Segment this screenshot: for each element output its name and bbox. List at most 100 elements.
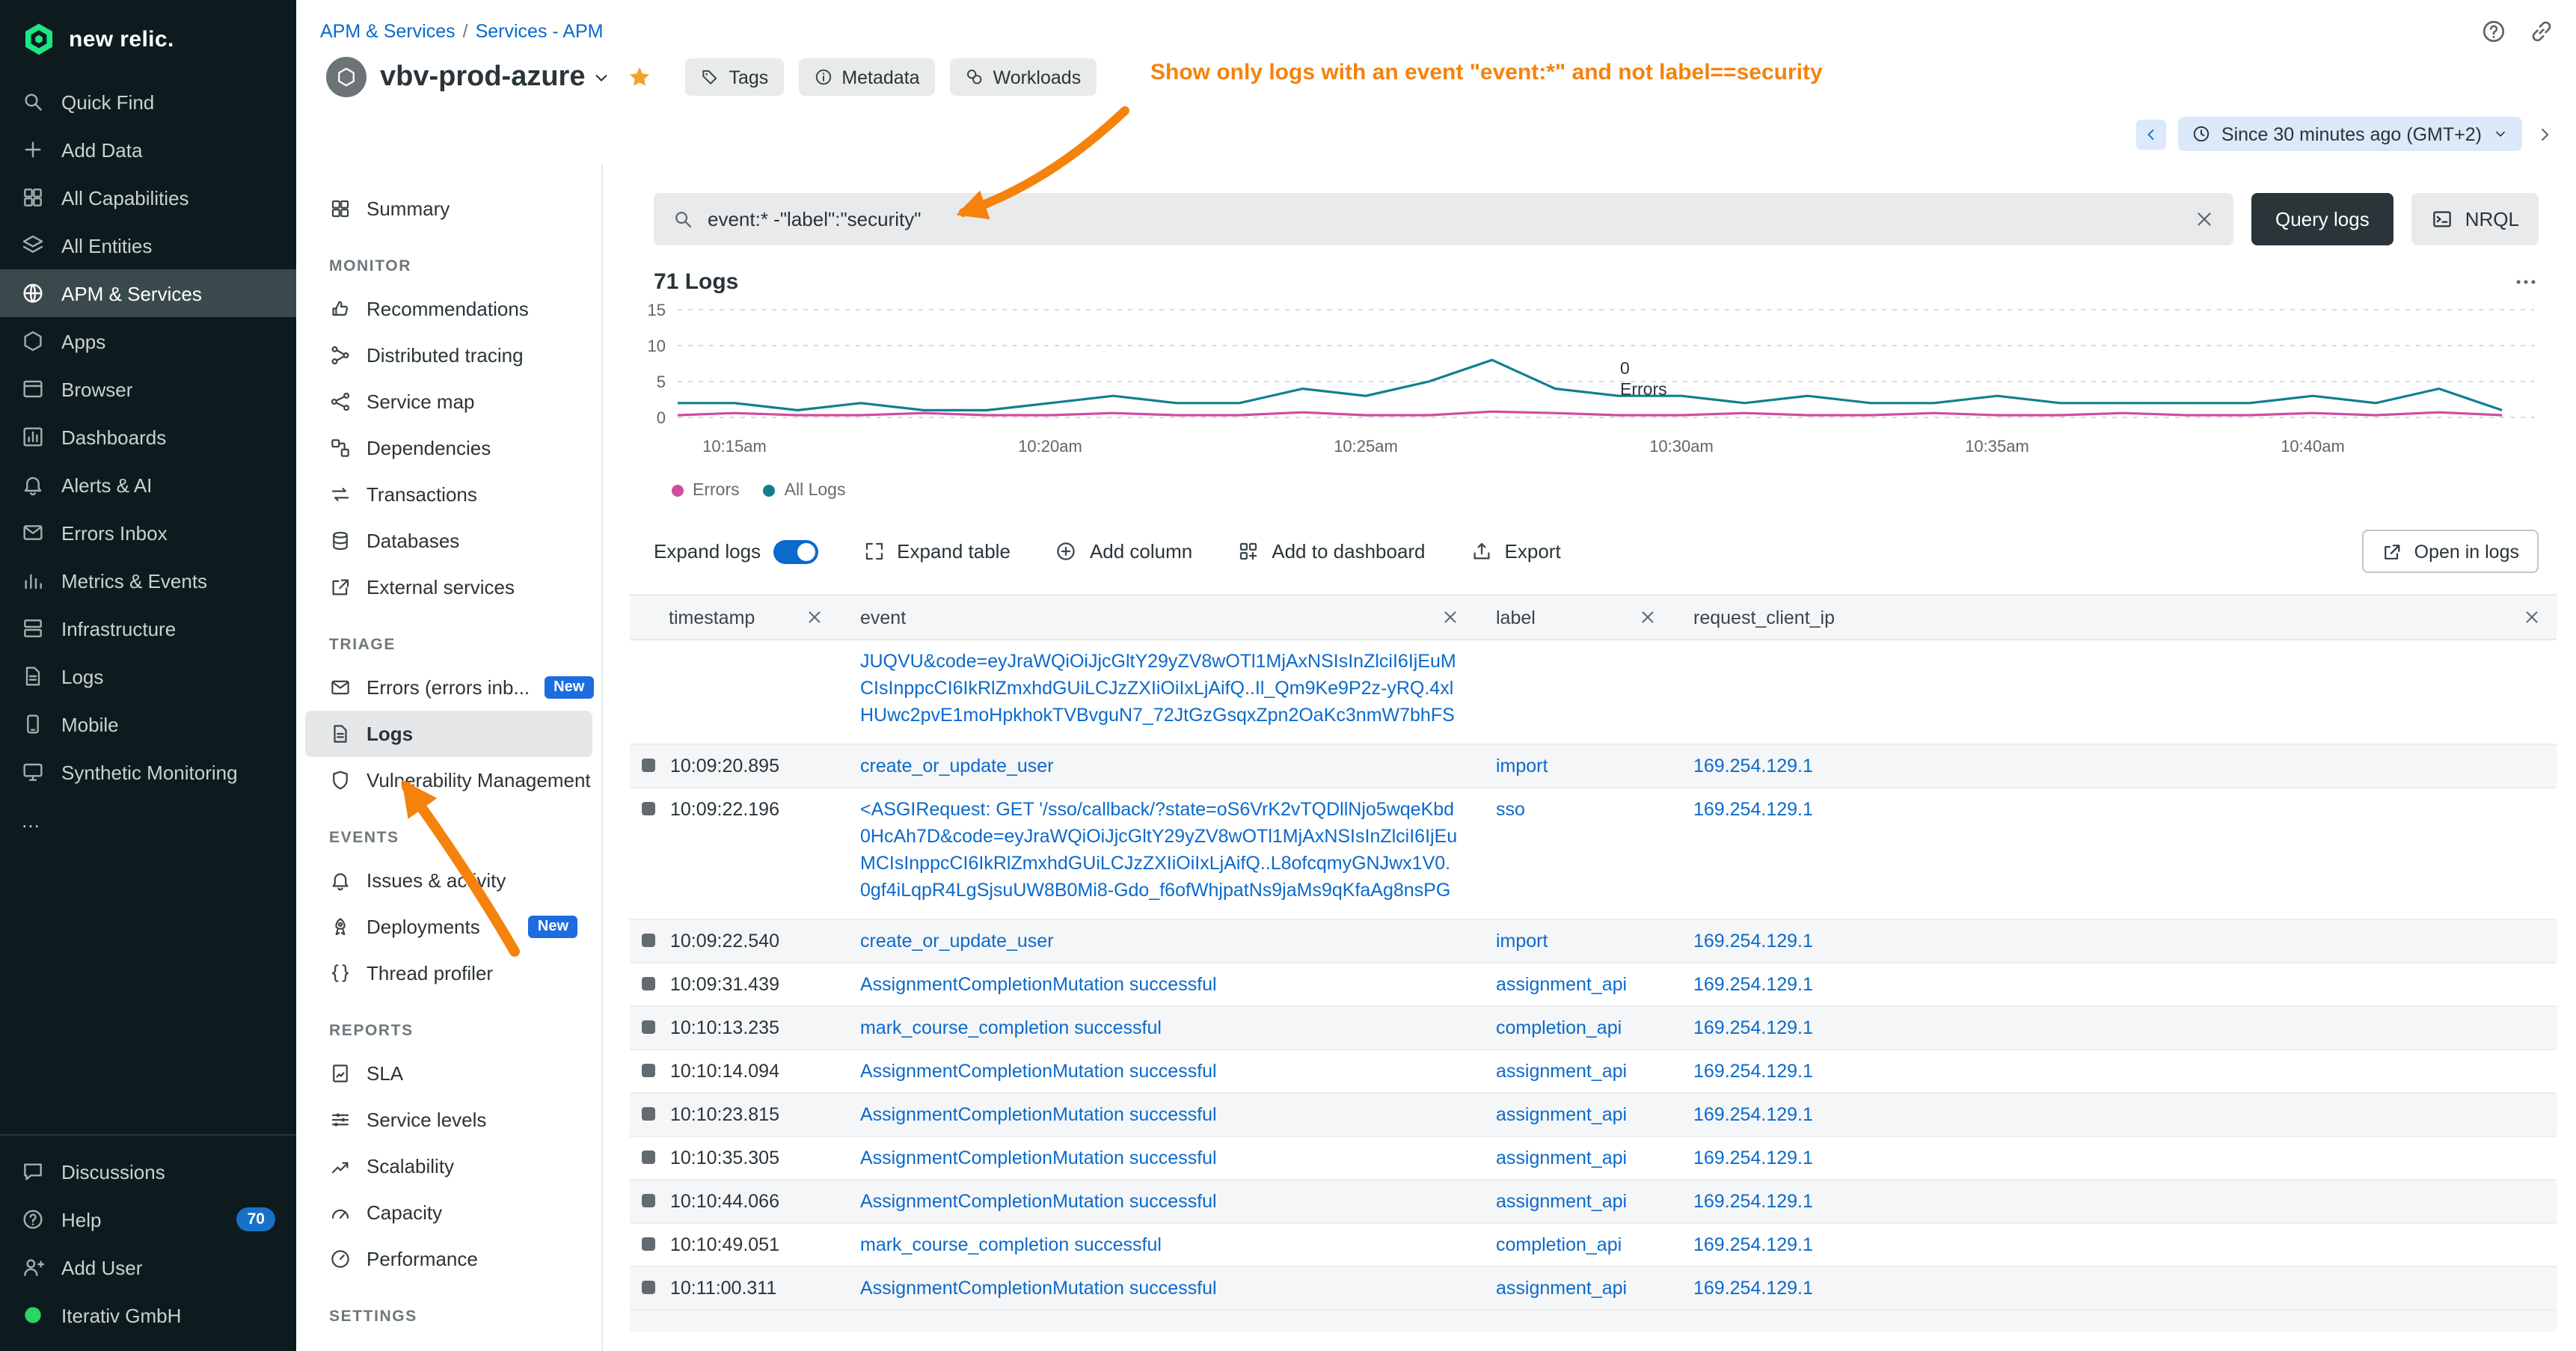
row-select-box[interactable]: [642, 1194, 655, 1207]
subnav-item-capacity[interactable]: Capacity: [305, 1189, 592, 1236]
clear-query-icon[interactable]: [2193, 208, 2215, 230]
label-link[interactable]: sso: [1496, 799, 1525, 820]
remove-column-icon[interactable]: [1638, 607, 1657, 627]
nav-item-apps[interactable]: Apps: [0, 317, 296, 365]
ip-link[interactable]: 169.254.129.1: [1693, 1191, 1813, 1212]
remove-column-icon[interactable]: [2522, 607, 2542, 627]
row-select-box[interactable]: [642, 802, 655, 815]
nav-item-item[interactable]: …: [0, 796, 296, 844]
log-row[interactable]: 10:09:22.540create_or_update_userimport1…: [630, 920, 2557, 964]
nav-footer-item-add-user[interactable]: Add User: [0, 1243, 296, 1291]
subnav-item-thread-profiler[interactable]: Thread profiler: [305, 950, 592, 996]
nav-item-apm-services[interactable]: APM & Services: [0, 269, 296, 317]
row-select-box[interactable]: [642, 1064, 655, 1077]
workloads-button[interactable]: Workloads: [950, 58, 1097, 96]
ip-link[interactable]: 169.254.129.1: [1693, 974, 1813, 995]
toolbar-add-column[interactable]: Add column: [1055, 540, 1192, 563]
ip-link[interactable]: 169.254.129.1: [1693, 756, 1813, 776]
nav-item-metrics-events[interactable]: Metrics & Events: [0, 557, 296, 604]
ip-link[interactable]: 169.254.129.1: [1693, 1278, 1813, 1299]
log-row[interactable]: 10:09:22.196<ASGIRequest: GET '/sso/call…: [630, 788, 2557, 920]
row-select-box[interactable]: [642, 1020, 655, 1034]
row-select-box[interactable]: [642, 1107, 655, 1121]
ip-link[interactable]: 169.254.129.1: [1693, 1148, 1813, 1168]
label-link[interactable]: assignment_api: [1496, 1104, 1627, 1125]
label-link[interactable]: import: [1496, 756, 1548, 776]
subnav-item-transactions[interactable]: Transactions: [305, 471, 592, 518]
label-link[interactable]: assignment_api: [1496, 1148, 1627, 1168]
remove-column-icon[interactable]: [1441, 607, 1460, 627]
log-row[interactable]: 10:09:31.439AssignmentCompletionMutation…: [630, 964, 2557, 1007]
toolbar-add-to-dashboard[interactable]: Add to dashboard: [1237, 540, 1425, 563]
entity-switcher-chevron-icon[interactable]: [592, 67, 613, 88]
nav-item-all-entities[interactable]: All Entities: [0, 221, 296, 269]
subnav-item-service-levels[interactable]: Service levels: [305, 1097, 592, 1143]
label-link[interactable]: import: [1496, 931, 1548, 952]
toolbar-expand-table[interactable]: Expand table: [862, 540, 1011, 563]
nav-item-alerts-ai[interactable]: Alerts & AI: [0, 461, 296, 509]
subnav-item-issues-activity[interactable]: Issues & activity: [305, 857, 592, 904]
metadata-button[interactable]: Metadata: [798, 58, 934, 96]
time-back-button[interactable]: [2136, 119, 2166, 149]
label-link[interactable]: assignment_api: [1496, 1061, 1627, 1082]
new-relic-logo[interactable]: new relic.: [0, 18, 296, 78]
subnav-item-service-map[interactable]: Service map: [305, 379, 592, 425]
log-row[interactable]: 10:10:23.815AssignmentCompletionMutation…: [630, 1094, 2557, 1137]
subnav-item-sla[interactable]: SLA: [305, 1050, 592, 1097]
label-link[interactable]: completion_api: [1496, 1017, 1622, 1038]
log-row[interactable]: 10:10:13.235mark_course_completion succe…: [630, 1007, 2557, 1050]
subnav-item-errors-errors-inb[interactable]: Errors (errors inb...New: [305, 664, 592, 711]
remove-column-icon[interactable]: [805, 607, 824, 627]
subnav-item-databases[interactable]: Databases: [305, 518, 592, 564]
toolbar-expand-logs[interactable]: Expand logs: [654, 539, 818, 563]
ip-link[interactable]: 169.254.129.1: [1693, 799, 1813, 820]
help-icon[interactable]: [2480, 18, 2507, 45]
ip-link[interactable]: 169.254.129.1: [1693, 931, 1813, 952]
event-link[interactable]: AssignmentCompletionMutation successful: [860, 1188, 1217, 1215]
breadcrumb-link-apm-services[interactable]: APM & Services: [320, 21, 456, 42]
label-link[interactable]: assignment_api: [1496, 1191, 1627, 1212]
nav-item-quick-find[interactable]: Quick Find: [0, 78, 296, 126]
event-link[interactable]: <ASGIRequest: GET '/sso/callback/?state=…: [860, 796, 1460, 904]
nav-item-dashboards[interactable]: Dashboards: [0, 413, 296, 461]
subnav-item-summary[interactable]: Summary: [305, 186, 592, 232]
row-select-box[interactable]: [642, 934, 655, 947]
subnav-item-dependencies[interactable]: Dependencies: [305, 425, 592, 471]
nav-item-browser[interactable]: Browser: [0, 365, 296, 413]
log-row[interactable]: 10:10:49.051mark_course_completion succe…: [630, 1224, 2557, 1267]
event-link[interactable]: JUQVU&code=eyJraWQiOiJjcGltY29yZV8wOTl1M…: [860, 648, 1460, 729]
nav-item-logs[interactable]: Logs: [0, 652, 296, 700]
nav-item-synthetic-monitoring[interactable]: Synthetic Monitoring: [0, 748, 296, 796]
log-row-partial[interactable]: [630, 1311, 2557, 1332]
toolbar-export[interactable]: Export: [1471, 540, 1561, 563]
nav-footer-item-discussions[interactable]: Discussions: [0, 1148, 296, 1195]
time-forward-button[interactable]: [2534, 123, 2555, 144]
log-row[interactable]: 10:10:35.305AssignmentCompletionMutation…: [630, 1137, 2557, 1180]
ip-link[interactable]: 169.254.129.1: [1693, 1104, 1813, 1125]
expand-logs-toggle[interactable]: [773, 539, 818, 563]
nrql-button[interactable]: NRQL: [2411, 193, 2539, 245]
log-row[interactable]: 10:09:20.895create_or_update_userimport1…: [630, 745, 2557, 788]
event-link[interactable]: mark_course_completion successful: [860, 1014, 1162, 1041]
subnav-item-logs[interactable]: Logs: [305, 711, 592, 757]
row-select-box[interactable]: [642, 1237, 655, 1251]
logs-timeseries-chart[interactable]: 15105010:15am10:20am10:25am10:30am10:35a…: [621, 301, 2536, 468]
log-row[interactable]: 10:10:14.094AssignmentCompletionMutation…: [630, 1050, 2557, 1094]
row-select-box[interactable]: [642, 977, 655, 990]
label-link[interactable]: completion_api: [1496, 1234, 1622, 1255]
favorite-star-icon[interactable]: [628, 64, 653, 90]
open-in-logs-button[interactable]: Open in logs: [2362, 530, 2539, 573]
nav-footer-item-help[interactable]: Help70: [0, 1195, 296, 1243]
subnav-item-scalability[interactable]: Scalability: [305, 1143, 592, 1189]
event-link[interactable]: AssignmentCompletionMutation successful: [860, 1101, 1217, 1128]
subnav-item-distributed-tracing[interactable]: Distributed tracing: [305, 332, 592, 379]
legend-all-logs[interactable]: All Logs: [764, 482, 846, 500]
ip-link[interactable]: 169.254.129.1: [1693, 1017, 1813, 1038]
row-select-box[interactable]: [642, 1151, 655, 1164]
subnav-item-deployments[interactable]: DeploymentsNew: [305, 904, 592, 950]
event-link[interactable]: AssignmentCompletionMutation successful: [860, 971, 1217, 998]
log-row[interactable]: 10:10:44.066AssignmentCompletionMutation…: [630, 1180, 2557, 1224]
subnav-item-performance[interactable]: Performance: [305, 1236, 592, 1282]
ip-link[interactable]: 169.254.129.1: [1693, 1061, 1813, 1082]
row-select-box[interactable]: [642, 1281, 655, 1294]
